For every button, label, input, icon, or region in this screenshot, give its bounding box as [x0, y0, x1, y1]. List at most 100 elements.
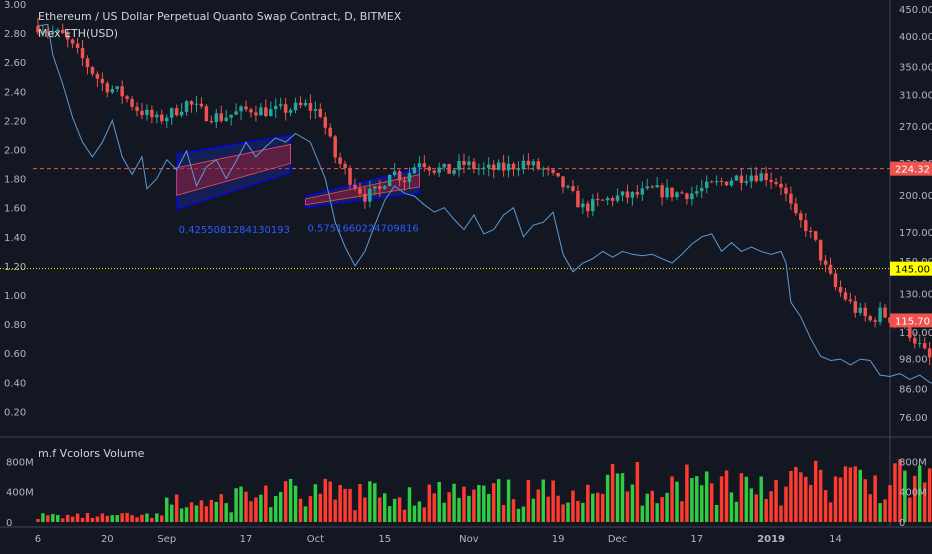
candle-body [323, 117, 328, 128]
volume-bar [412, 505, 417, 522]
time-axis-tick: Oct [307, 534, 324, 545]
left-axis-tick: 1.60 [4, 204, 26, 215]
candle-body [278, 104, 283, 106]
volume-bar [293, 485, 298, 522]
volume-bar [665, 492, 669, 522]
candle-body [917, 343, 922, 345]
volume-bar [80, 517, 85, 522]
volume-bar [600, 493, 605, 522]
candle-body [333, 136, 337, 158]
candle-body [343, 163, 347, 168]
time-axis-tick: 6 [35, 534, 41, 545]
candle-body [179, 111, 184, 116]
candle-body [754, 175, 758, 182]
candle-body [690, 193, 694, 200]
candle-body [417, 163, 422, 168]
volume-bar [378, 497, 382, 522]
candles-group [36, 17, 932, 366]
candle-body [363, 193, 367, 202]
volume-bar [719, 476, 724, 522]
volume-bar [234, 488, 238, 522]
right-axis-tick: 400.00 [899, 32, 932, 43]
candle-body [457, 160, 461, 171]
candle-body [155, 114, 159, 118]
time-axis-tick: 15 [378, 534, 391, 545]
volume-bar [209, 499, 214, 522]
candle-body [799, 213, 803, 221]
candle-body [204, 106, 209, 122]
volume-bar [496, 479, 501, 522]
candle-body [140, 110, 144, 116]
candle-body [165, 117, 169, 122]
candle-body [566, 186, 570, 188]
candle-body [873, 320, 877, 322]
channel-label-1: 0.5751660224709816 [307, 224, 418, 235]
candle-body [378, 186, 382, 189]
volume-bar [60, 518, 65, 522]
candle-body [194, 103, 199, 105]
candle-body [229, 114, 233, 118]
candle-body [724, 181, 729, 186]
candle-body [95, 73, 100, 79]
candle-body [224, 117, 228, 121]
candle-body [214, 113, 219, 123]
right-axis-tick: 86.00 [899, 384, 928, 395]
candle-body [838, 286, 843, 293]
candle-body [244, 106, 248, 110]
candle-body [254, 112, 258, 116]
right-axis-tick: 450.00 [899, 5, 932, 16]
right-axis-tick: 110.00 [899, 328, 932, 339]
candle-body [511, 163, 516, 170]
volume-bar [150, 517, 154, 522]
volume-bar [779, 505, 783, 522]
chart-title: Ethereum / US Dollar Perpetual Quanto Sw… [38, 10, 402, 23]
left-axis-tick: 2.60 [4, 58, 26, 69]
volume-bar [893, 463, 897, 522]
volume-bar [868, 494, 872, 522]
volume-bar [298, 498, 303, 522]
volume-bar [670, 476, 674, 522]
volume-bar [541, 479, 545, 522]
candle-body [600, 199, 605, 201]
volume-bar [462, 486, 466, 522]
volume-bar [402, 509, 407, 522]
left-axis-tick: 3.00 [4, 0, 26, 11]
volume-bar [521, 506, 526, 522]
candle-body [804, 220, 808, 232]
candle-body [199, 103, 204, 107]
candle-body [610, 197, 615, 201]
volume-bar [169, 504, 174, 522]
volume-bar [491, 483, 496, 522]
volume-bar [744, 476, 749, 522]
left-axis-tick: 1.00 [4, 291, 26, 302]
candle-body [734, 175, 739, 181]
volume-bar [927, 468, 932, 522]
candle-body [739, 175, 744, 183]
volume-bar [700, 485, 704, 522]
volume-bar [318, 493, 323, 522]
candle-body [650, 186, 654, 188]
volume-bar [764, 499, 768, 522]
volume-bar [100, 513, 105, 522]
volume-bar [818, 469, 823, 522]
volume-bar [526, 480, 531, 522]
candle-body [75, 43, 80, 48]
volume-bar [690, 478, 694, 522]
volume-bar [625, 491, 630, 522]
volume-bar [343, 488, 347, 522]
volume-bar [135, 517, 139, 522]
volume-bar [189, 502, 194, 522]
left-axis-tick: 2.80 [4, 29, 26, 40]
candle-body [209, 121, 214, 123]
candle-body [269, 109, 273, 117]
volume-bar [283, 481, 288, 522]
candle-body [189, 101, 194, 105]
volume-left-tick: 800M [6, 457, 34, 468]
candle-body [675, 192, 679, 198]
volume-bar [908, 497, 912, 522]
volume-bar [511, 499, 516, 522]
volume-bar [174, 494, 179, 522]
candle-body [506, 163, 511, 171]
volume-bar [95, 516, 100, 522]
candle-body [863, 307, 867, 317]
